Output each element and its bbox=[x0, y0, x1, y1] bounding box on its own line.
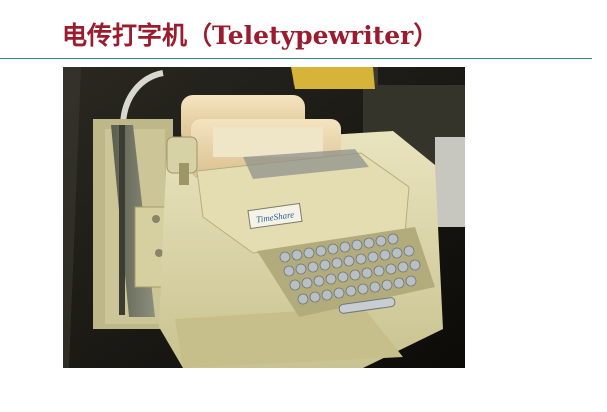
title-divider bbox=[0, 58, 592, 59]
slide: 电传打字机（Teletypewriter） TimeShare bbox=[0, 0, 607, 412]
teletypewriter-photo: TimeShare bbox=[63, 67, 465, 368]
slide-title: 电传打字机（Teletypewriter） bbox=[62, 21, 439, 50]
